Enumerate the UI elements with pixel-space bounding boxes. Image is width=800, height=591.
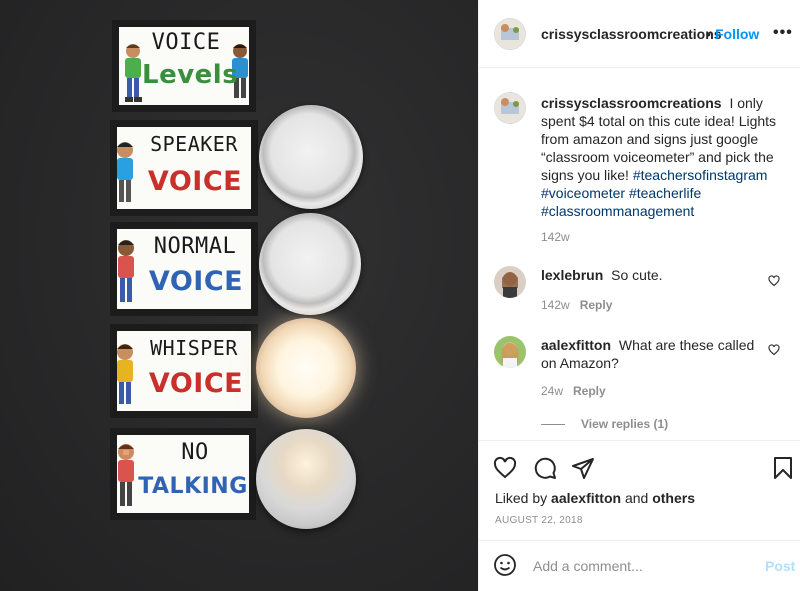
sign-line1: SPEAKER (150, 132, 238, 156)
sign-speaker-voice: SPEAKER VOICE (110, 120, 258, 216)
reply-button[interactable]: Reply (573, 384, 606, 398)
kid-figure (118, 240, 134, 302)
comment-input[interactable] (533, 555, 753, 577)
commenter-avatar[interactable] (494, 266, 526, 298)
comment-time[interactable]: 142w (541, 298, 570, 312)
sign-normal-voice: NORMAL VOICE (110, 222, 258, 316)
kid-figure (117, 344, 133, 404)
caption-username[interactable]: crissysclassroomcreations (541, 95, 722, 111)
kid-figure (117, 142, 133, 202)
reply-button[interactable]: Reply (580, 298, 613, 312)
bookmark-icon[interactable] (771, 456, 795, 480)
post-comment-button[interactable]: Post (765, 558, 795, 574)
comment: aalexfitton What are these called on Ama… (541, 336, 761, 372)
author-avatar[interactable] (494, 18, 526, 50)
likes-prefix: Liked by (495, 490, 548, 506)
sign-line2: VOICE (148, 368, 244, 399)
sign-line1: WHISPER (150, 336, 238, 360)
sign-line2: Levels (142, 60, 239, 90)
share-icon[interactable] (571, 456, 595, 480)
comment-text: So cute. (611, 267, 663, 283)
emoji-icon[interactable] (493, 553, 517, 577)
hashtag[interactable]: #classroommanagement (541, 203, 694, 219)
hashtag[interactable]: #teachersofinstagram (633, 167, 768, 183)
sign-line1: VOICE (151, 30, 221, 55)
comment-icon[interactable] (533, 456, 557, 480)
separator-dot: • (706, 26, 711, 42)
more-options-icon[interactable]: ••• (773, 24, 793, 42)
comment-meta: 24w Reply (541, 384, 606, 398)
view-replies-button[interactable]: View replies (1) (541, 417, 668, 431)
likes-summary: Liked by aalexfitton and others (495, 490, 695, 506)
post-date[interactable]: AUGUST 22, 2018 (495, 515, 583, 526)
kid-figure (118, 444, 134, 506)
sign-line1: NO (181, 440, 209, 465)
sign-line2: VOICE (148, 266, 244, 297)
post-actions: Liked by aalexfitton and others AUGUST 2… (479, 440, 800, 540)
heart-icon[interactable] (493, 456, 517, 480)
like-comment-heart-icon[interactable] (768, 344, 780, 356)
sign-line2: TALKING (138, 474, 248, 499)
replies-divider (541, 424, 565, 426)
caption-time[interactable]: 142w (541, 230, 570, 244)
comment-time[interactable]: 24w (541, 384, 563, 398)
post-header: crissysclassroomcreations • Follow ••• (479, 0, 800, 68)
comment: lexlebrun So cute. (541, 266, 791, 284)
post-sidebar: crissysclassroomcreations • Follow ••• c… (478, 0, 800, 591)
comment-username[interactable]: lexlebrun (541, 267, 603, 283)
sign-no-talking: NO TALKING (110, 428, 256, 520)
add-comment-bar: Post (479, 540, 800, 591)
likes-user[interactable]: aalexfitton (551, 490, 621, 506)
follow-button[interactable]: Follow (715, 26, 759, 42)
likes-conjunction: and (624, 490, 649, 506)
comment-username[interactable]: aalexfitton (541, 337, 611, 353)
kid-figure (125, 44, 142, 102)
tap-light-4 (256, 429, 356, 529)
sign-whisper-voice: WHISPER VOICE (110, 324, 258, 418)
sign-line2: VOICE (147, 166, 243, 197)
hashtag[interactable]: #voiceometer (541, 185, 625, 201)
caption-avatar[interactable] (494, 92, 526, 124)
like-comment-heart-icon[interactable] (768, 275, 780, 287)
hashtag[interactable]: #teacherlife (629, 185, 701, 201)
sign-voice-levels: VOICE Levels (112, 20, 256, 112)
caption: crissysclassroomcreations I only spent $… (541, 94, 791, 220)
tap-light-1 (259, 105, 363, 209)
view-replies-label: View replies (1) (581, 417, 669, 431)
tap-light-3 (256, 318, 356, 418)
commenter-avatar[interactable] (494, 336, 526, 368)
comment-meta: 142w Reply (541, 298, 612, 312)
author-username[interactable]: crissysclassroomcreations (541, 26, 722, 42)
post-photo[interactable]: VOICE Levels SPEAKER VOICE NORMAL VOICE (0, 0, 478, 591)
tap-light-2 (259, 213, 361, 315)
sign-line1: NORMAL (153, 234, 237, 259)
likes-others[interactable]: others (652, 490, 695, 506)
